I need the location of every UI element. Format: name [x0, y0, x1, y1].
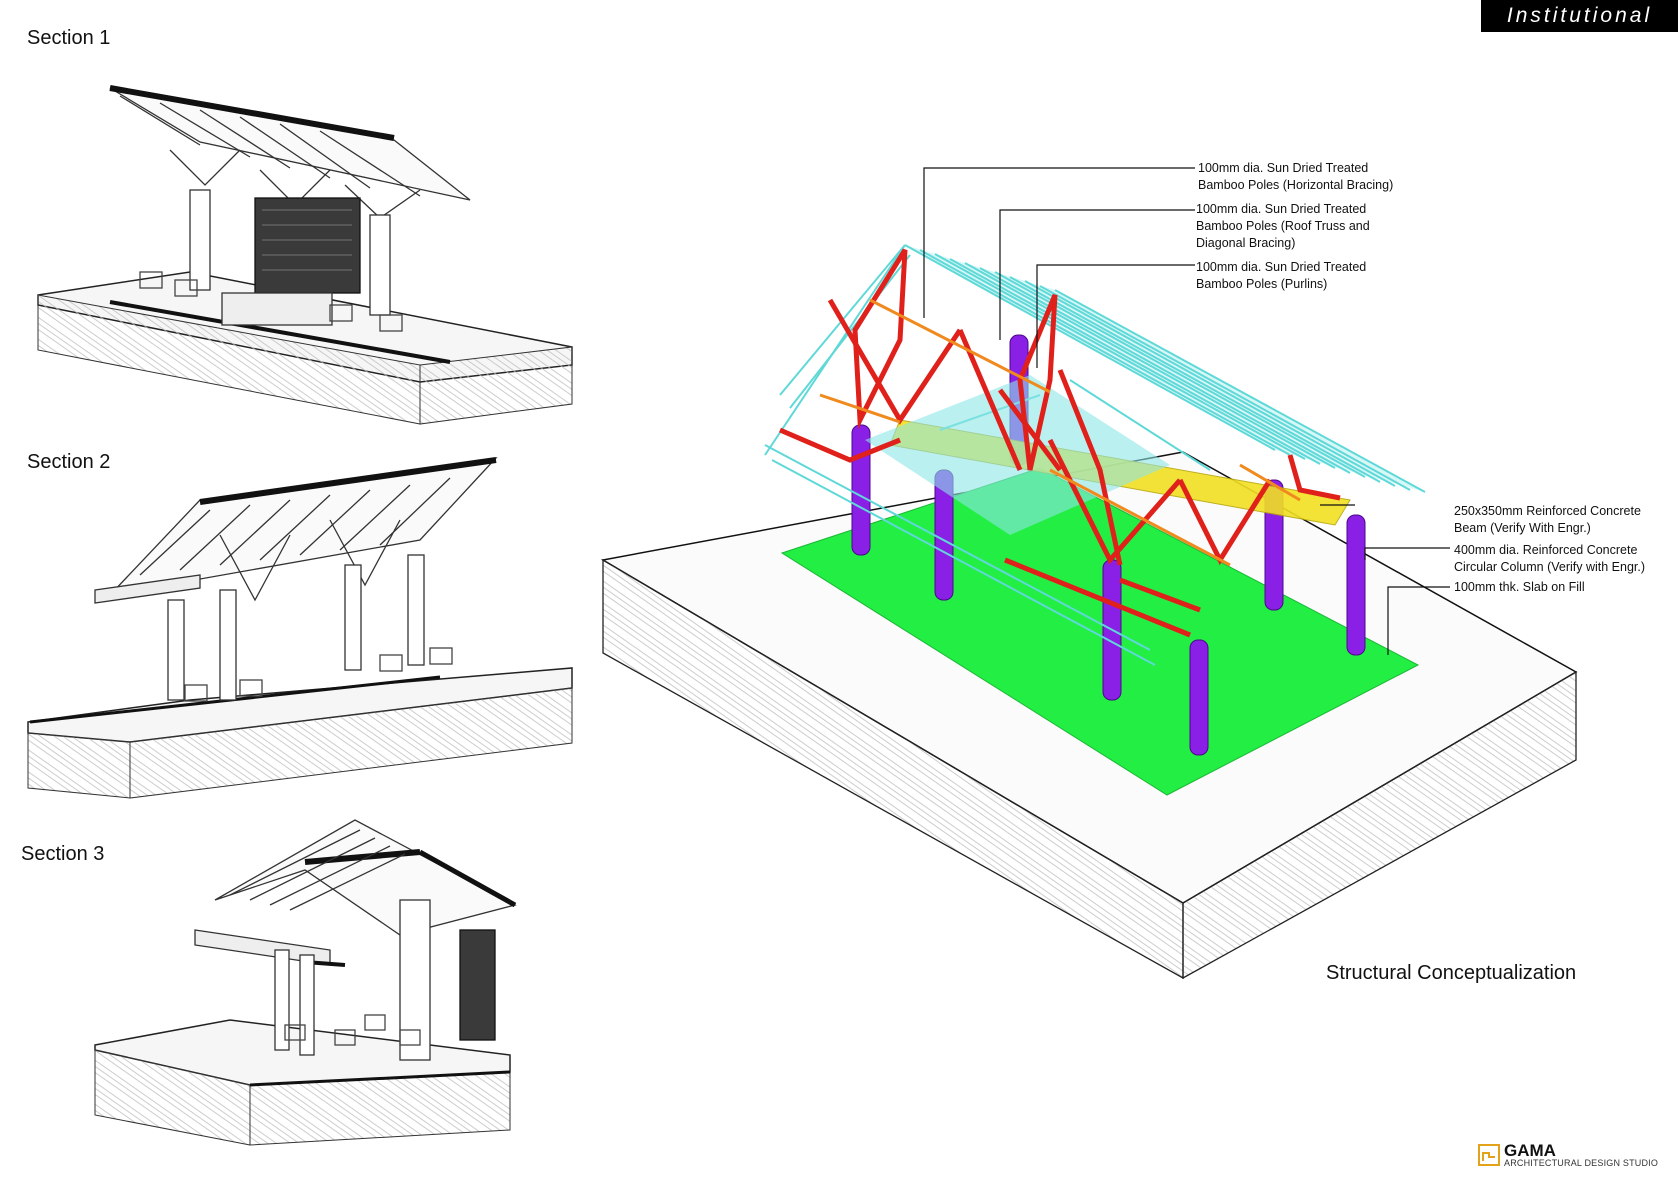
section-2-structure [94, 457, 498, 702]
callout-concrete-beam: 250x350mm Reinforced Concrete Beam (Veri… [1454, 504, 1641, 535]
callout-concrete-column: 400mm dia. Reinforced Concrete Circular … [1454, 543, 1646, 574]
section-2-drawing [27, 457, 573, 799]
callout-roof-truss: 100mm dia. Sun Dried Treated Bamboo Pole… [1196, 202, 1370, 250]
drawing-canvas [27, 85, 1578, 1146]
structural-caption: Structural Conceptualization [1326, 962, 1577, 984]
gama-logo-icon [1478, 1144, 1500, 1166]
callout-purlins: 100mm dia. Sun Dried Treated Bamboo Pole… [1196, 260, 1367, 291]
section-2-base [27, 667, 573, 799]
callout-horizontal-bracing: 100mm dia. Sun Dried Treated Bamboo Pole… [1198, 161, 1394, 192]
callout-slab: 100mm thk. Slab on Fill [1454, 580, 1585, 594]
structural-model [600, 167, 1578, 980]
section-3-drawing [94, 819, 517, 1146]
logo-subtitle: ARCHITECTURAL DESIGN STUDIO [1504, 1158, 1659, 1168]
logo-name: GAMA [1504, 1141, 1556, 1160]
section-1-drawing [37, 85, 573, 425]
studio-logo: GAMA ARCHITECTURAL DESIGN STUDIO [1478, 1142, 1658, 1168]
